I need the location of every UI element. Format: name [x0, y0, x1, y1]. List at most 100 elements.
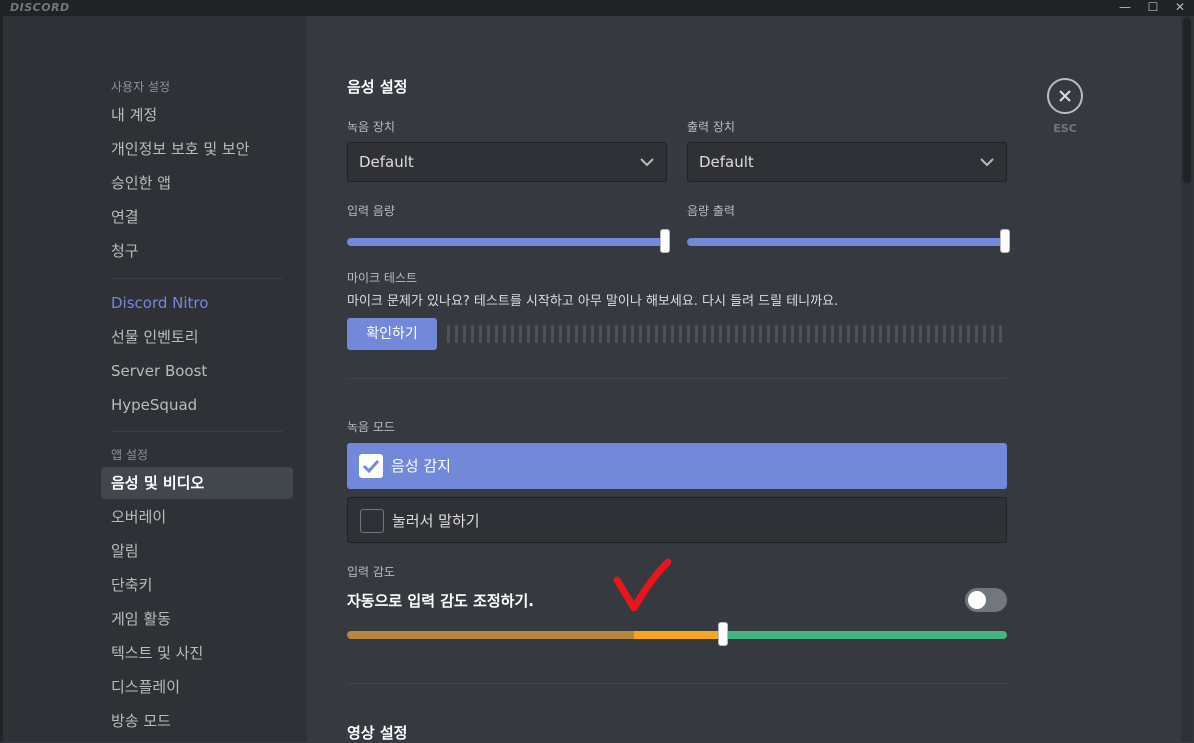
- mic-level-bar: [495, 325, 498, 343]
- mic-test-description: 마이크 문제가 있나요? 테스트를 시작하고 아무 말이나 해보세요. 다시 들…: [347, 294, 839, 309]
- input-device-label: 녹음 장치: [347, 120, 395, 134]
- sensitivity-slider-handle[interactable]: [718, 622, 728, 646]
- sidebar-separator: [111, 278, 283, 279]
- sidebar-item-streamer-mode[interactable]: 방송 모드: [101, 705, 293, 737]
- sidebar-item-voice-video[interactable]: 음성 및 비디오: [101, 467, 293, 499]
- mic-level-bar: [775, 325, 778, 343]
- mic-level-bar: [535, 325, 538, 343]
- close-settings-button[interactable]: [1047, 78, 1083, 114]
- minimize-button[interactable]: —: [1110, 0, 1140, 16]
- sidebar-item-gift-inventory[interactable]: 선물 인벤토리: [101, 321, 293, 353]
- sidebar-item-overlay[interactable]: 오버레이: [101, 501, 293, 533]
- output-volume-slider-handle[interactable]: [1000, 229, 1010, 253]
- sidebar-item-privacy[interactable]: 개인정보 보호 및 보안: [101, 133, 293, 165]
- mic-level-bar: [463, 325, 466, 343]
- sidebar-item-appearance[interactable]: 디스플레이: [101, 671, 293, 703]
- window-close-button[interactable]: ✕: [1165, 0, 1194, 16]
- section-divider: [347, 683, 1007, 684]
- input-mode-label: 녹음 모드: [347, 420, 395, 434]
- mic-level-bars: [447, 325, 1002, 343]
- mic-level-bar: [911, 325, 914, 343]
- mic-level-bar: [991, 325, 994, 343]
- section-divider: [347, 378, 1007, 379]
- auto-sensitivity-label: 자동으로 입력 감도 조정하기.: [347, 592, 534, 610]
- sidebar-item-billing[interactable]: 청구: [101, 235, 293, 267]
- mic-level-bar: [863, 325, 866, 343]
- mic-level-bar: [511, 325, 514, 343]
- mic-level-bar: [711, 325, 714, 343]
- video-settings-title: 영상 설정: [347, 724, 408, 742]
- mic-level-bar: [719, 325, 722, 343]
- mic-level-bar: [447, 325, 450, 343]
- mic-level-bar: [927, 325, 930, 343]
- sidebar-item-game-activity[interactable]: 게임 활동: [101, 603, 293, 635]
- mic-level-bar: [615, 325, 618, 343]
- user-settings-header: 사용자 설정: [111, 80, 171, 94]
- mic-level-bar: [983, 325, 986, 343]
- input-volume-slider-handle[interactable]: [660, 229, 670, 253]
- esc-label: ESC: [1053, 122, 1077, 135]
- maximize-button[interactable]: ☐: [1138, 0, 1168, 16]
- mic-level-meter: [447, 325, 1007, 343]
- mic-level-bar: [623, 325, 626, 343]
- mic-level-bar: [735, 325, 738, 343]
- scrollbar-thumb[interactable]: [1183, 18, 1191, 183]
- input-volume-track[interactable]: [347, 238, 665, 246]
- sidebar-item-text-images[interactable]: 텍스트 및 사진: [101, 637, 293, 669]
- mic-level-bar: [647, 325, 650, 343]
- mic-level-bar: [871, 325, 874, 343]
- mic-test-button[interactable]: 확인하기: [347, 318, 437, 350]
- mode-voice-activity-label: 음성 감지: [391, 457, 451, 475]
- app-settings-header: 앱 설정: [111, 448, 148, 462]
- sidebar-separator: [111, 431, 283, 432]
- red-checkmark-annotation: [613, 558, 672, 612]
- sidebar-item-connections[interactable]: 연결: [101, 201, 293, 233]
- output-volume-track[interactable]: [687, 238, 1005, 246]
- mic-level-bar: [503, 325, 506, 343]
- auto-sensitivity-toggle[interactable]: [965, 588, 1007, 612]
- mic-level-bar: [999, 325, 1002, 343]
- mic-level-bar: [655, 325, 658, 343]
- output-device-label: 출력 장치: [687, 120, 735, 134]
- checkbox-checked[interactable]: [359, 454, 383, 478]
- mic-level-bar: [599, 325, 602, 343]
- sidebar-item-hypesquad[interactable]: HypeSquad: [101, 389, 293, 421]
- sidebar-item-authorized-apps[interactable]: 승인한 앱: [101, 167, 293, 199]
- mic-level-bar: [479, 325, 482, 343]
- mic-level-bar: [903, 325, 906, 343]
- mic-level-bar: [807, 325, 810, 343]
- mic-level-bar: [519, 325, 522, 343]
- sensitivity-bar-green: [723, 631, 1007, 639]
- output-volume-label: 음량 출력: [687, 204, 735, 218]
- title-bar: DISCORD — ☐ ✕: [0, 0, 1194, 16]
- sidebar-item-nitro[interactable]: Discord Nitro: [101, 287, 293, 319]
- mode-voice-activity-option[interactable]: 음성 감지: [347, 443, 1007, 489]
- mic-level-bar: [527, 325, 530, 343]
- mic-level-bar: [727, 325, 730, 343]
- mic-level-bar: [839, 325, 842, 343]
- output-device-select[interactable]: Default: [687, 142, 1007, 182]
- mic-level-bar: [679, 325, 682, 343]
- input-device-select[interactable]: Default: [347, 142, 667, 182]
- mic-level-bar: [815, 325, 818, 343]
- sidebar-item-server-boost[interactable]: Server Boost: [101, 355, 293, 387]
- sidebar-item-keybinds[interactable]: 단축키: [101, 569, 293, 601]
- close-icon: [1059, 90, 1071, 102]
- mic-level-bar: [887, 325, 890, 343]
- mic-level-bar: [759, 325, 762, 343]
- discord-logo: DISCORD: [10, 1, 70, 14]
- sidebar-item-my-account[interactable]: 내 계정: [101, 99, 293, 131]
- mic-level-bar: [943, 325, 946, 343]
- mic-level-bar: [959, 325, 962, 343]
- mic-level-bar: [607, 325, 610, 343]
- mic-level-bar: [551, 325, 554, 343]
- mode-push-to-talk-option[interactable]: 눌러서 말하기: [347, 497, 1007, 543]
- checkbox-unchecked[interactable]: [360, 509, 384, 533]
- mic-level-bar: [631, 325, 634, 343]
- mic-level-bar: [895, 325, 898, 343]
- sidebar-item-notifications[interactable]: 알림: [101, 535, 293, 567]
- mic-level-bar: [583, 325, 586, 343]
- mic-level-bar: [743, 325, 746, 343]
- mic-level-bar: [767, 325, 770, 343]
- mic-level-bar: [799, 325, 802, 343]
